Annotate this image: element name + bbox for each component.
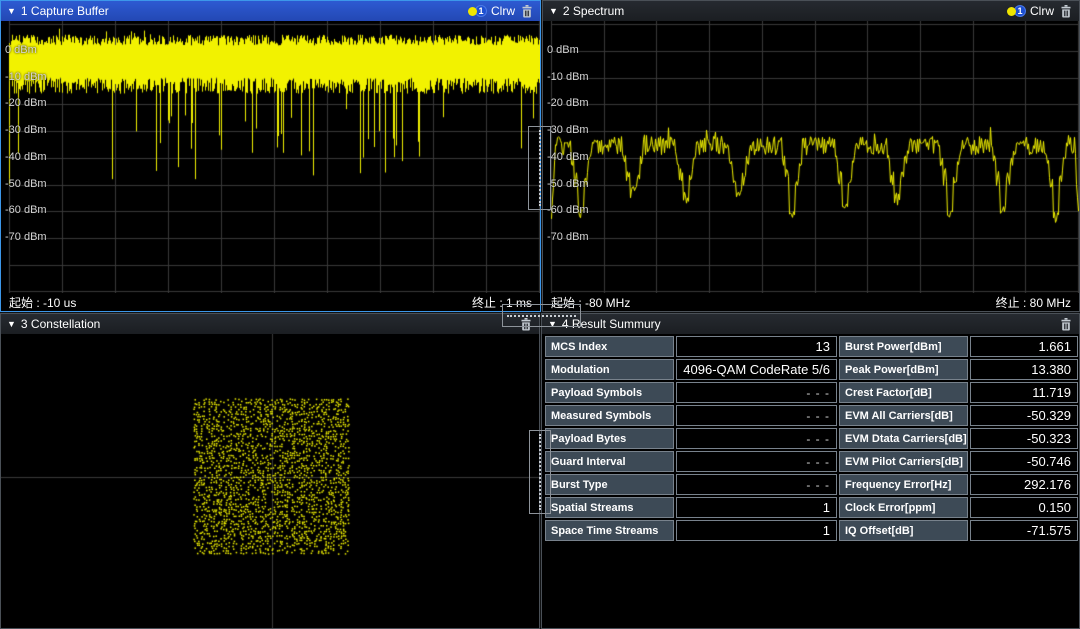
capture-buffer-trace	[1, 21, 540, 293]
trace-color-icon	[468, 7, 477, 16]
result-value-cell: - - -	[676, 382, 837, 403]
trash-icon	[1061, 318, 1071, 331]
spectrum-title: 2 Spectrum	[563, 4, 624, 18]
result-label-cell: Peak Power[dBm]	[839, 359, 968, 380]
trace-badge[interactable]: 1 Clrw	[1007, 4, 1054, 18]
result-value-cell: 1	[676, 497, 837, 518]
result-label-cell: Space Time Streams	[545, 520, 674, 541]
x-start-label: 起始 : -10 us	[9, 294, 76, 311]
result-value-cell: - - -	[676, 428, 837, 449]
result-label-cell: Frequency Error[Hz]	[839, 474, 968, 495]
spectrum-trace	[543, 21, 1079, 293]
result-label-cell: Burst Type	[545, 474, 674, 495]
delete-window-button[interactable]	[520, 4, 534, 19]
trash-icon	[522, 5, 532, 18]
top-panels-splitter-handle[interactable]	[528, 126, 551, 210]
trace-color-icon	[1007, 7, 1016, 16]
bottom-panels-splitter-handle[interactable]	[529, 430, 551, 514]
result-label-cell: Modulation	[545, 359, 674, 380]
trace-mode-label: Clrw	[1030, 4, 1054, 18]
result-value-cell: - - -	[676, 474, 837, 495]
result-summary-header[interactable]: ▼ 4 Result Summury	[542, 314, 1079, 334]
delete-window-button[interactable]	[1059, 4, 1073, 19]
result-value-cell: -50.746	[970, 451, 1078, 472]
spectrum-plot[interactable]: 0 dBm-10 dBm-20 dBm-30 dBm-40 dBm-50 dBm…	[543, 21, 1079, 293]
result-value-cell: 1	[676, 520, 837, 541]
trace-mode-label: Clrw	[491, 4, 515, 18]
delete-window-button[interactable]	[1059, 317, 1073, 332]
result-value-cell: - - -	[676, 405, 837, 426]
capture-buffer-header[interactable]: ▼ 1 Capture Buffer 1 Clrw	[1, 1, 540, 21]
result-value-cell: -71.575	[970, 520, 1078, 541]
result-label-cell: EVM Pilot Carriers[dB]	[839, 451, 968, 472]
collapse-icon[interactable]: ▼	[549, 6, 558, 16]
result-label-cell: EVM Dtata Carriers[dB]	[839, 428, 968, 449]
result-label-cell: Payload Bytes	[545, 428, 674, 449]
panel-spectrum: ▼ 2 Spectrum 1 Clrw 0 dBm-1	[542, 0, 1080, 312]
capture-buffer-plot[interactable]: 0 dBm-10 dBm-20 dBm-30 dBm-40 dBm-50 dBm…	[1, 21, 540, 293]
result-value-cell: 4096-QAM CodeRate 5/6	[676, 359, 837, 380]
constellation-title: 3 Constellation	[21, 317, 100, 331]
result-label-cell: EVM All Carriers[dB]	[839, 405, 968, 426]
result-value-cell: -50.329	[970, 405, 1078, 426]
spectrum-header[interactable]: ▼ 2 Spectrum 1 Clrw	[543, 1, 1079, 21]
collapse-icon[interactable]: ▼	[7, 319, 16, 329]
result-value-cell: 13.380	[970, 359, 1078, 380]
result-value-cell: 11.719	[970, 382, 1078, 403]
result-summary-table: MCS Index13Burst Power[dBm]1.661 Modulati…	[545, 336, 1078, 541]
result-value-cell: - - -	[676, 451, 837, 472]
result-label-cell: IQ Offset[dB]	[839, 520, 968, 541]
x-stop-label: 终止 : 80 MHz	[996, 294, 1071, 311]
panel-constellation: ▼ 3 Constellation	[0, 313, 540, 629]
result-value-cell: 13	[676, 336, 837, 357]
panel-capture-buffer: ▼ 1 Capture Buffer 1 Clrw 0	[0, 0, 541, 312]
trace-badge[interactable]: 1 Clrw	[468, 4, 515, 18]
result-label-cell: Payload Symbols	[545, 382, 674, 403]
result-value-cell: -50.323	[970, 428, 1078, 449]
result-label-cell: Guard Interval	[545, 451, 674, 472]
spectrum-footer: 起始 : -80 MHz 终止 : 80 MHz	[543, 293, 1079, 311]
result-value-cell: 1.661	[970, 336, 1078, 357]
result-label-cell: Clock Error[ppm]	[839, 497, 968, 518]
result-label-cell: Measured Symbols	[545, 405, 674, 426]
result-label-cell: Crest Factor[dB]	[839, 382, 968, 403]
constellation-scatter	[1, 334, 539, 628]
constellation-plot[interactable]	[1, 334, 539, 628]
result-label-cell: Spatial Streams	[545, 497, 674, 518]
result-label-cell: MCS Index	[545, 336, 674, 357]
result-label-cell: Burst Power[dBm]	[839, 336, 968, 357]
analyzer-screen: ▼ 1 Capture Buffer 1 Clrw 0	[0, 0, 1080, 629]
row-splitter-handle[interactable]	[502, 304, 581, 327]
panel-result-summary: ▼ 4 Result Summury MCS Index13Burst Powe…	[541, 313, 1080, 629]
result-value-cell: 0.150	[970, 497, 1078, 518]
constellation-header[interactable]: ▼ 3 Constellation	[1, 314, 539, 334]
trash-icon	[1061, 5, 1071, 18]
capture-buffer-title: 1 Capture Buffer	[21, 4, 109, 18]
capture-buffer-footer: 起始 : -10 us 终止 : 1 ms	[1, 293, 540, 311]
collapse-icon[interactable]: ▼	[7, 6, 16, 16]
result-value-cell: 292.176	[970, 474, 1078, 495]
